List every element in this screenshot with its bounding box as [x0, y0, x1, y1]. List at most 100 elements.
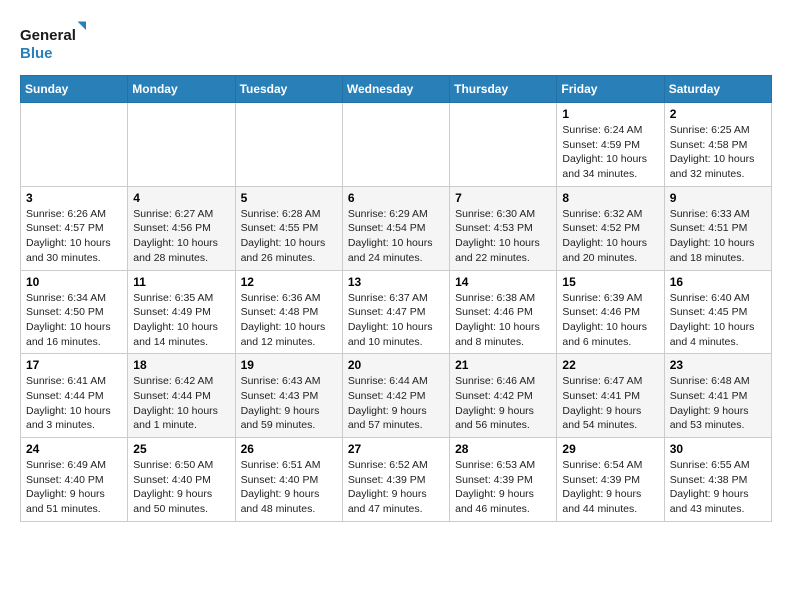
day-number: 9 — [670, 191, 766, 205]
calendar-day-cell: 27 Sunrise: 6:52 AMSunset: 4:39 PMDayligh… — [342, 438, 449, 522]
calendar-day-cell: 30 Sunrise: 6:55 AMSunset: 4:38 PMDayligh… — [664, 438, 771, 522]
calendar-day-cell: 18 Sunrise: 6:42 AMSunset: 4:44 PMDayligh… — [128, 354, 235, 438]
calendar-day-cell: 12 Sunrise: 6:36 AMSunset: 4:48 PMDayligh… — [235, 270, 342, 354]
calendar-day-cell: 4Sunrise: 6:27 AMSunset: 4:56 PMDaylight… — [128, 186, 235, 270]
day-info: Sunrise: 6:39 AMSunset: 4:46 PMDaylight:… — [562, 291, 658, 350]
day-number: 27 — [348, 442, 444, 456]
calendar-day-cell: 3Sunrise: 6:26 AMSunset: 4:57 PMDaylight… — [21, 186, 128, 270]
day-info: Sunrise: 6:46 AMSunset: 4:42 PMDaylight:… — [455, 374, 551, 433]
day-number: 1 — [562, 107, 658, 121]
day-number: 19 — [241, 358, 337, 372]
day-info: Sunrise: 6:47 AMSunset: 4:41 PMDaylight:… — [562, 374, 658, 433]
day-info: Sunrise: 6:44 AMSunset: 4:42 PMDaylight:… — [348, 374, 444, 433]
logo: General Blue — [20, 20, 90, 65]
day-number: 2 — [670, 107, 766, 121]
calendar-day-cell: 2Sunrise: 6:25 AMSunset: 4:58 PMDaylight… — [664, 103, 771, 187]
day-info: Sunrise: 6:38 AMSunset: 4:46 PMDaylight:… — [455, 291, 551, 350]
calendar-day-cell: 25 Sunrise: 6:50 AMSunset: 4:40 PMDayligh… — [128, 438, 235, 522]
day-info: Sunrise: 6:50 AMSunset: 4:40 PMDaylight:… — [133, 458, 229, 517]
empty-cell — [450, 103, 557, 187]
day-info: Sunrise: 6:32 AMSunset: 4:52 PMDaylight:… — [562, 207, 658, 266]
day-info: Sunrise: 6:35 AMSunset: 4:49 PMDaylight:… — [133, 291, 229, 350]
calendar-week-row: 10 Sunrise: 6:34 AMSunset: 4:50 PMDayligh… — [21, 270, 772, 354]
calendar-day-cell: 23 Sunrise: 6:48 AMSunset: 4:41 PMDayligh… — [664, 354, 771, 438]
calendar-day-cell: 26Sunrise: 6:51 AMSunset: 4:40 PMDayligh… — [235, 438, 342, 522]
day-info: Sunrise: 6:26 AMSunset: 4:57 PMDaylight:… — [26, 207, 122, 266]
svg-text:General: General — [20, 27, 76, 44]
day-info: Sunrise: 6:42 AMSunset: 4:44 PMDaylight:… — [133, 374, 229, 433]
day-number: 26 — [241, 442, 337, 456]
day-number: 5 — [241, 191, 337, 205]
day-info: Sunrise: 6:55 AMSunset: 4:38 PMDaylight:… — [670, 458, 766, 517]
day-info: Sunrise: 6:33 AMSunset: 4:51 PMDaylight:… — [670, 207, 766, 266]
calendar-day-cell: 17 Sunrise: 6:41 AMSunset: 4:44 PMDayligh… — [21, 354, 128, 438]
day-number: 30 — [670, 442, 766, 456]
day-info: Sunrise: 6:43 AMSunset: 4:43 PMDaylight:… — [241, 374, 337, 433]
day-info: Sunrise: 6:29 AMSunset: 4:54 PMDaylight:… — [348, 207, 444, 266]
empty-cell — [128, 103, 235, 187]
calendar-day-cell: 7 Sunrise: 6:30 AMSunset: 4:53 PMDaylight… — [450, 186, 557, 270]
empty-cell — [342, 103, 449, 187]
calendar-day-cell: 22Sunrise: 6:47 AMSunset: 4:41 PMDayligh… — [557, 354, 664, 438]
weekday-header-row: SundayMondayTuesdayWednesdayThursdayFrid… — [21, 76, 772, 103]
calendar-day-cell: 13 Sunrise: 6:37 AMSunset: 4:47 PMDayligh… — [342, 270, 449, 354]
weekday-header: Friday — [557, 76, 664, 103]
day-number: 24 — [26, 442, 122, 456]
day-info: Sunrise: 6:30 AMSunset: 4:53 PMDaylight:… — [455, 207, 551, 266]
day-info: Sunrise: 6:36 AMSunset: 4:48 PMDaylight:… — [241, 291, 337, 350]
day-number: 16 — [670, 275, 766, 289]
calendar-day-cell: 29Sunrise: 6:54 AMSunset: 4:39 PMDayligh… — [557, 438, 664, 522]
day-info: Sunrise: 6:41 AMSunset: 4:44 PMDaylight:… — [26, 374, 122, 433]
calendar-day-cell: 24 Sunrise: 6:49 AMSunset: 4:40 PMDayligh… — [21, 438, 128, 522]
day-number: 10 — [26, 275, 122, 289]
day-number: 13 — [348, 275, 444, 289]
day-number: 11 — [133, 275, 229, 289]
empty-cell — [21, 103, 128, 187]
weekday-header: Wednesday — [342, 76, 449, 103]
day-number: 14 — [455, 275, 551, 289]
calendar-day-cell: 14 Sunrise: 6:38 AMSunset: 4:46 PMDayligh… — [450, 270, 557, 354]
calendar-day-cell: 19 Sunrise: 6:43 AMSunset: 4:43 PMDayligh… — [235, 354, 342, 438]
logo-svg: General Blue — [20, 20, 90, 65]
calendar-week-row: 3Sunrise: 6:26 AMSunset: 4:57 PMDaylight… — [21, 186, 772, 270]
day-number: 12 — [241, 275, 337, 289]
day-number: 4 — [133, 191, 229, 205]
day-number: 17 — [26, 358, 122, 372]
weekday-header: Monday — [128, 76, 235, 103]
day-info: Sunrise: 6:49 AMSunset: 4:40 PMDaylight:… — [26, 458, 122, 517]
header: General Blue — [20, 20, 772, 65]
calendar-week-row: 17 Sunrise: 6:41 AMSunset: 4:44 PMDayligh… — [21, 354, 772, 438]
svg-text:Blue: Blue — [20, 45, 53, 62]
empty-cell — [235, 103, 342, 187]
day-number: 20 — [348, 358, 444, 372]
day-number: 8 — [562, 191, 658, 205]
day-info: Sunrise: 6:52 AMSunset: 4:39 PMDaylight:… — [348, 458, 444, 517]
calendar: SundayMondayTuesdayWednesdayThursdayFrid… — [20, 75, 772, 522]
calendar-day-cell: 15 Sunrise: 6:39 AMSunset: 4:46 PMDayligh… — [557, 270, 664, 354]
calendar-day-cell: 6Sunrise: 6:29 AMSunset: 4:54 PMDaylight… — [342, 186, 449, 270]
calendar-week-row: 1 Sunrise: 6:24 AMSunset: 4:59 PMDaylight… — [21, 103, 772, 187]
day-number: 15 — [562, 275, 658, 289]
weekday-header: Tuesday — [235, 76, 342, 103]
day-number: 25 — [133, 442, 229, 456]
calendar-day-cell: 1 Sunrise: 6:24 AMSunset: 4:59 PMDaylight… — [557, 103, 664, 187]
calendar-day-cell: 21 Sunrise: 6:46 AMSunset: 4:42 PMDayligh… — [450, 354, 557, 438]
day-info: Sunrise: 6:24 AMSunset: 4:59 PMDaylight:… — [562, 123, 658, 182]
calendar-day-cell: 10 Sunrise: 6:34 AMSunset: 4:50 PMDayligh… — [21, 270, 128, 354]
day-number: 23 — [670, 358, 766, 372]
calendar-day-cell: 11 Sunrise: 6:35 AMSunset: 4:49 PMDayligh… — [128, 270, 235, 354]
calendar-day-cell: 5Sunrise: 6:28 AMSunset: 4:55 PMDaylight… — [235, 186, 342, 270]
day-number: 29 — [562, 442, 658, 456]
day-info: Sunrise: 6:53 AMSunset: 4:39 PMDaylight:… — [455, 458, 551, 517]
day-number: 18 — [133, 358, 229, 372]
day-info: Sunrise: 6:37 AMSunset: 4:47 PMDaylight:… — [348, 291, 444, 350]
weekday-header: Sunday — [21, 76, 128, 103]
calendar-day-cell: 16Sunrise: 6:40 AMSunset: 4:45 PMDayligh… — [664, 270, 771, 354]
day-number: 7 — [455, 191, 551, 205]
day-info: Sunrise: 6:34 AMSunset: 4:50 PMDaylight:… — [26, 291, 122, 350]
weekday-header: Thursday — [450, 76, 557, 103]
day-number: 21 — [455, 358, 551, 372]
calendar-week-row: 24 Sunrise: 6:49 AMSunset: 4:40 PMDayligh… — [21, 438, 772, 522]
day-info: Sunrise: 6:48 AMSunset: 4:41 PMDaylight:… — [670, 374, 766, 433]
calendar-day-cell: 20 Sunrise: 6:44 AMSunset: 4:42 PMDayligh… — [342, 354, 449, 438]
